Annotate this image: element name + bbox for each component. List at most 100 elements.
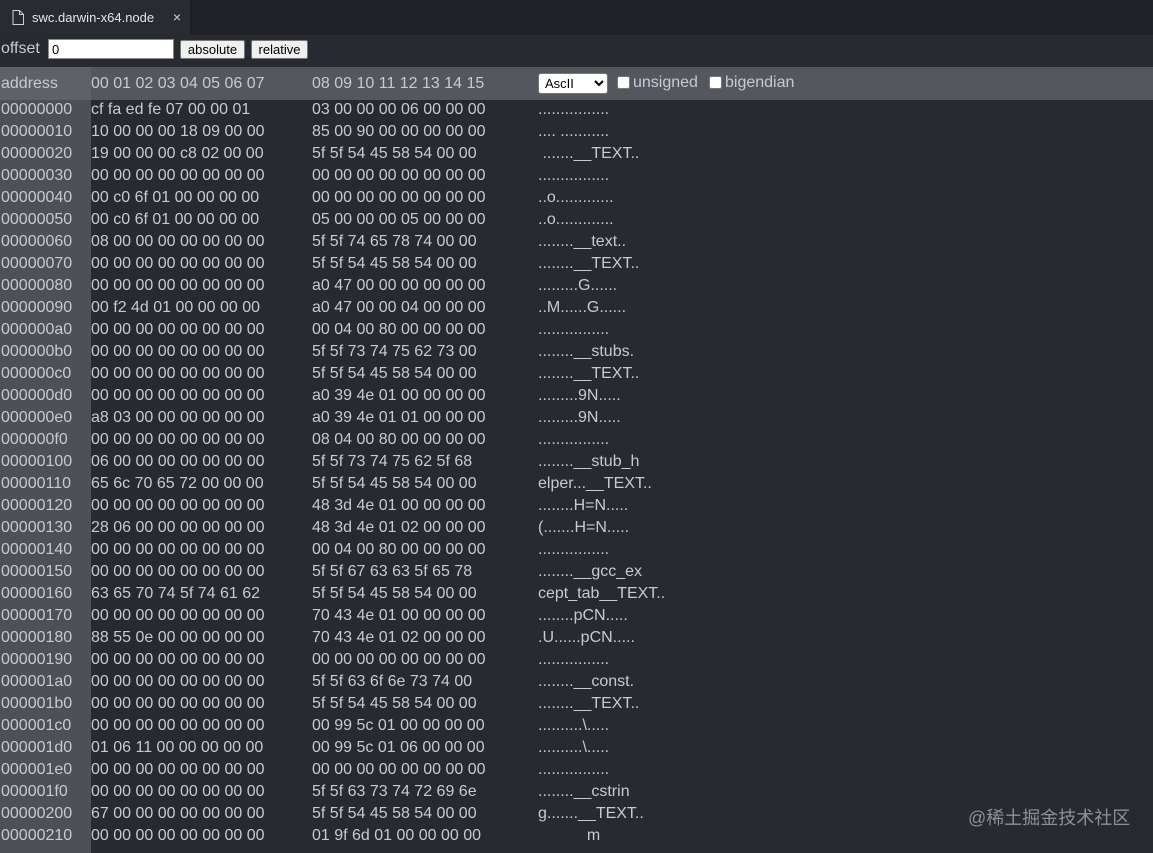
row-bytes-high: 00 00 00 00 00 00 00 00 bbox=[312, 761, 486, 778]
row-ascii: ........__text.. bbox=[538, 233, 627, 250]
row-ascii: ........__const. bbox=[538, 673, 635, 690]
row-address: 00000000 bbox=[1, 101, 73, 118]
row-address: 000001b0 bbox=[1, 695, 73, 712]
hex-row: 00000170 00 00 00 00 00 00 00 00 70 43 4e … bbox=[0, 606, 1153, 628]
relative-button[interactable]: relative bbox=[251, 40, 308, 59]
row-bytes-low: 67 00 00 00 00 00 00 00 bbox=[91, 805, 265, 822]
row-ascii: ........__gcc_ex bbox=[538, 563, 643, 580]
row-bytes-high: 5f 5f 54 45 58 54 00 00 bbox=[312, 695, 477, 712]
row-bytes-low: 19 00 00 00 c8 02 00 00 bbox=[91, 145, 264, 162]
row-ascii: ................ bbox=[538, 651, 610, 668]
hex-row: 00000110 65 6c 70 65 72 00 00 00 5f 5f 54 … bbox=[0, 474, 1153, 496]
hex-row: 00000050 00 c0 6f 01 00 00 00 00 05 00 00 … bbox=[0, 210, 1153, 232]
row-bytes-low: 00 00 00 00 00 00 00 00 bbox=[91, 783, 265, 800]
row-bytes-high: 5f 5f 73 74 75 62 5f 68 bbox=[312, 453, 473, 470]
row-address: 000001f0 bbox=[1, 783, 68, 800]
row-ascii: m bbox=[538, 827, 619, 844]
row-ascii: ........__cstrin bbox=[538, 783, 630, 800]
row-ascii: ................ bbox=[538, 761, 610, 778]
row-bytes-high: 5f 5f 54 45 58 54 00 00 bbox=[312, 255, 477, 272]
row-bytes-high: 00 00 00 00 00 00 00 00 bbox=[312, 189, 486, 206]
row-bytes-high: 05 00 00 00 05 00 00 00 bbox=[312, 211, 486, 228]
row-ascii: .... ........... bbox=[538, 123, 610, 140]
row-bytes-high: 85 00 90 00 00 00 00 00 bbox=[312, 123, 486, 140]
row-address: 00000050 bbox=[1, 211, 73, 228]
row-bytes-low: 00 00 00 00 00 00 00 00 bbox=[91, 761, 265, 778]
row-address: 00000160 bbox=[1, 585, 73, 602]
row-ascii: .........9N..... bbox=[538, 409, 621, 426]
bigendian-checkbox[interactable] bbox=[709, 76, 722, 89]
close-icon[interactable]: × bbox=[170, 9, 184, 26]
row-ascii: .......__TEXT.. bbox=[538, 145, 640, 162]
tab-title: swc.darwin-x64.node bbox=[32, 10, 155, 25]
hex-row: 00000150 00 00 00 00 00 00 00 00 5f 5f 67 … bbox=[0, 562, 1153, 584]
row-bytes-high: a0 47 00 00 04 00 00 00 bbox=[312, 299, 486, 316]
row-ascii: .........9N..... bbox=[538, 387, 621, 404]
row-address: 000001a0 bbox=[1, 673, 73, 690]
bigendian-label: bigendian bbox=[725, 74, 795, 91]
row-bytes-low: 88 55 0e 00 00 00 00 00 bbox=[91, 629, 265, 646]
row-ascii: elper...__TEXT.. bbox=[538, 475, 652, 492]
row-bytes-low: 00 00 00 00 00 00 00 00 bbox=[91, 387, 265, 404]
row-ascii: ..........\..... bbox=[538, 717, 610, 734]
row-address: 000001c0 bbox=[1, 717, 72, 734]
row-ascii: ........pCN..... bbox=[538, 607, 628, 624]
row-address: 00000040 bbox=[1, 189, 73, 206]
row-bytes-low: cf fa ed fe 07 00 00 01 bbox=[91, 101, 251, 118]
hex-header-row: address 00 01 02 03 04 05 06 07 08 09 10… bbox=[0, 67, 1153, 100]
row-bytes-high: 03 00 00 00 06 00 00 00 bbox=[312, 101, 486, 118]
hex-row: 00000120 00 00 00 00 00 00 00 00 48 3d 4e … bbox=[0, 496, 1153, 518]
row-address: 00000020 bbox=[1, 145, 73, 162]
row-address: 00000010 bbox=[1, 123, 73, 140]
hex-rows: 00000000 cf fa ed fe 07 00 00 01 03 00 00 … bbox=[0, 100, 1153, 853]
hex-row: 00000210 00 00 00 00 00 00 00 00 01 9f 6d … bbox=[0, 826, 1153, 848]
row-bytes-high: 00 00 00 00 00 00 00 00 bbox=[312, 167, 486, 184]
row-bytes-low: 00 00 00 00 00 00 00 00 bbox=[91, 365, 265, 382]
row-bytes-high: 5f 5f 73 74 75 62 73 00 bbox=[312, 343, 477, 360]
encoding-select[interactable]: AscII bbox=[538, 73, 608, 94]
hex-row: 00000090 00 f2 4d 01 00 00 00 00 a0 47 00 … bbox=[0, 298, 1153, 320]
row-bytes-low: 00 00 00 00 00 00 00 00 bbox=[91, 497, 265, 514]
absolute-button[interactable]: absolute bbox=[180, 40, 245, 59]
row-ascii: ..M......G...... bbox=[538, 299, 627, 316]
row-ascii: ........__stubs. bbox=[538, 343, 635, 360]
hex-row: 00000140 00 00 00 00 00 00 00 00 00 04 00 … bbox=[0, 540, 1153, 562]
hex-row: 000001b0 00 00 00 00 00 00 00 00 5f 5f 54 … bbox=[0, 694, 1153, 716]
row-address: 000000b0 bbox=[1, 343, 73, 360]
row-bytes-high: a0 39 4e 01 01 00 00 00 bbox=[312, 409, 486, 426]
row-bytes-low: 00 00 00 00 00 00 00 00 bbox=[91, 277, 265, 294]
row-bytes-high: 48 3d 4e 01 00 00 00 00 bbox=[312, 497, 486, 514]
hex-row: 000001d0 01 06 11 00 00 00 00 00 00 99 5c … bbox=[0, 738, 1153, 760]
row-ascii: .U......pCN..... bbox=[538, 629, 635, 646]
row-address: 000000e0 bbox=[1, 409, 73, 426]
row-bytes-low: 00 00 00 00 00 00 00 00 bbox=[91, 255, 265, 272]
row-bytes-high: a0 47 00 00 00 00 00 00 bbox=[312, 277, 486, 294]
byte-columns-header-low: 00 01 02 03 04 05 06 07 bbox=[91, 75, 265, 92]
editor-tab[interactable]: swc.darwin-x64.node × bbox=[0, 0, 191, 35]
row-ascii: ........__TEXT.. bbox=[538, 695, 640, 712]
row-ascii: ................ bbox=[538, 101, 610, 118]
row-bytes-high: 00 04 00 80 00 00 00 00 bbox=[312, 321, 486, 338]
row-address: 00000200 bbox=[1, 805, 73, 822]
hex-row: 00000060 08 00 00 00 00 00 00 00 5f 5f 74 … bbox=[0, 232, 1153, 254]
row-address: 00000170 bbox=[1, 607, 73, 624]
row-bytes-high: 5f 5f 54 45 58 54 00 00 bbox=[312, 365, 477, 382]
row-bytes-high: 5f 5f 54 45 58 54 00 00 bbox=[312, 475, 477, 492]
row-ascii: ........__stub_h bbox=[538, 453, 640, 470]
row-ascii: ........H=N..... bbox=[538, 497, 629, 514]
row-bytes-high: 00 99 5c 01 00 00 00 00 bbox=[312, 717, 485, 734]
row-address: 00000100 bbox=[1, 453, 73, 470]
row-bytes-high: 70 43 4e 01 00 00 00 00 bbox=[312, 607, 486, 624]
row-address: 00000190 bbox=[1, 651, 73, 668]
unsigned-label: unsigned bbox=[633, 74, 698, 91]
unsigned-checkbox[interactable] bbox=[617, 76, 630, 89]
row-bytes-low: 00 c0 6f 01 00 00 00 00 bbox=[91, 189, 260, 206]
row-address: 000001d0 bbox=[1, 739, 73, 756]
hex-row: 00000190 00 00 00 00 00 00 00 00 00 00 00 … bbox=[0, 650, 1153, 672]
hex-row: 00000020 19 00 00 00 c8 02 00 00 5f 5f 54 … bbox=[0, 144, 1153, 166]
row-address: 00000180 bbox=[1, 629, 73, 646]
offset-input[interactable] bbox=[48, 39, 174, 59]
hex-row: 00000160 63 65 70 74 5f 74 61 62 5f 5f 54 … bbox=[0, 584, 1153, 606]
hex-row: 00000040 00 c0 6f 01 00 00 00 00 00 00 00 … bbox=[0, 188, 1153, 210]
hex-row: 000001a0 00 00 00 00 00 00 00 00 5f 5f 63 … bbox=[0, 672, 1153, 694]
